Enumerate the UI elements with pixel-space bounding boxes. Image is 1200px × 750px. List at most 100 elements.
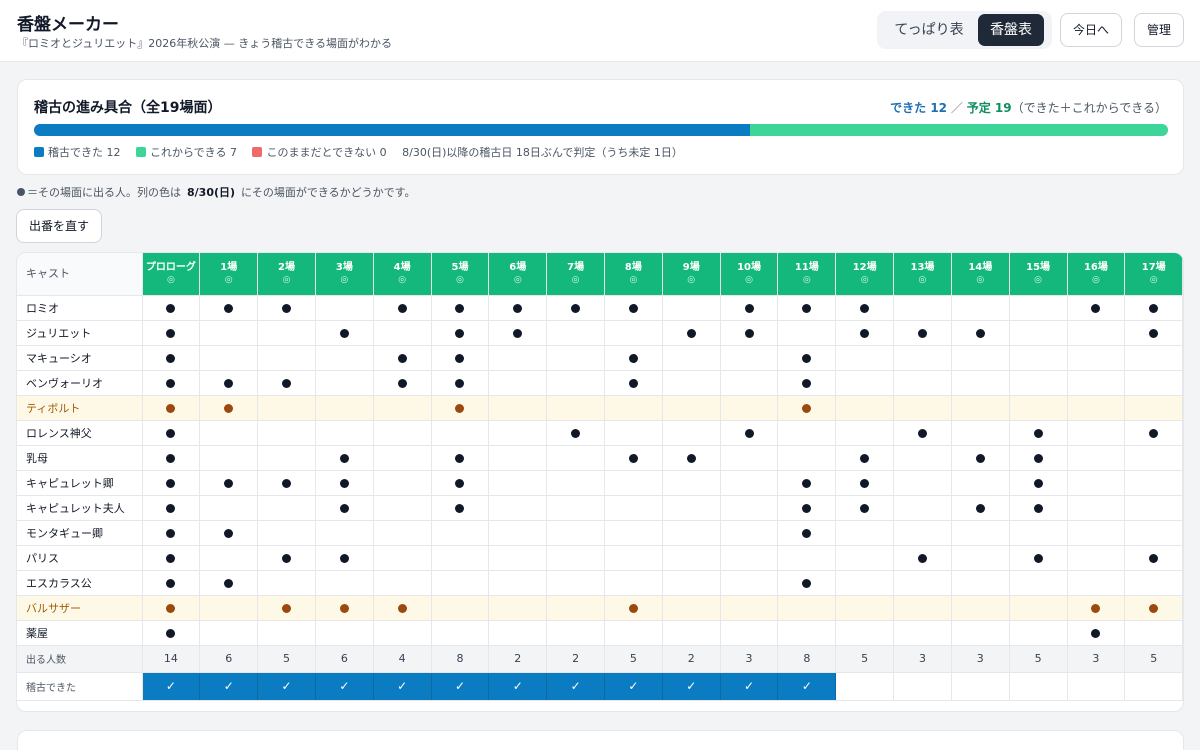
appearance-cell[interactable] xyxy=(431,620,490,646)
appearance-cell[interactable] xyxy=(720,470,779,496)
fix-appearances-button[interactable]: 出番を直す xyxy=(16,209,102,243)
appearance-cell[interactable] xyxy=(893,445,952,471)
appearance-cell[interactable] xyxy=(257,620,316,646)
appearance-cell[interactable] xyxy=(1009,445,1068,471)
appearance-cell[interactable] xyxy=(431,545,490,571)
appearance-cell[interactable] xyxy=(604,345,663,371)
appearance-cell[interactable] xyxy=(373,345,432,371)
appearance-cell[interactable] xyxy=(488,345,548,371)
appearance-cell[interactable] xyxy=(720,520,779,546)
appearance-cell[interactable] xyxy=(431,595,490,621)
appearance-cell[interactable] xyxy=(951,520,1010,546)
appearance-cell[interactable] xyxy=(662,470,721,496)
appearance-cell[interactable] xyxy=(835,470,895,496)
appearance-cell[interactable] xyxy=(662,345,721,371)
admin-button[interactable]: 管理 xyxy=(1134,13,1184,47)
appearance-cell[interactable] xyxy=(1182,545,1183,571)
appearance-cell[interactable] xyxy=(315,295,374,321)
appearance-cell[interactable] xyxy=(315,445,374,471)
appearance-cell[interactable] xyxy=(142,370,201,396)
appearance-cell[interactable] xyxy=(777,520,837,546)
appearance-cell[interactable] xyxy=(199,345,259,371)
appearance-cell[interactable] xyxy=(315,595,374,621)
appearance-cell[interactable] xyxy=(1124,395,1183,421)
appearance-cell[interactable] xyxy=(431,445,490,471)
appearance-cell[interactable] xyxy=(431,320,490,346)
appearance-cell[interactable] xyxy=(546,295,605,321)
cast-name[interactable]: ベンヴォーリオ xyxy=(17,370,143,396)
appearance-cell[interactable] xyxy=(1067,320,1126,346)
appearance-cell[interactable] xyxy=(1009,370,1068,396)
appearance-cell[interactable] xyxy=(777,545,837,571)
appearance-cell[interactable] xyxy=(777,295,837,321)
appearance-cell[interactable] xyxy=(604,545,663,571)
scene-header[interactable]: 8場 ◎ xyxy=(604,253,663,296)
appearance-cell[interactable] xyxy=(142,495,201,521)
cast-name[interactable]: パリス xyxy=(17,545,143,571)
appearance-cell[interactable] xyxy=(373,295,432,321)
appearance-cell[interactable] xyxy=(488,595,548,621)
appearance-cell[interactable] xyxy=(835,420,895,446)
appearance-cell[interactable] xyxy=(488,320,548,346)
appearance-cell[interactable] xyxy=(546,570,605,596)
appearance-cell[interactable] xyxy=(951,470,1010,496)
appearance-cell[interactable] xyxy=(257,295,316,321)
appearance-cell[interactable] xyxy=(431,370,490,396)
appearance-cell[interactable] xyxy=(835,620,895,646)
scene-header[interactable]: プロローグ ◎ xyxy=(142,253,201,296)
appearance-cell[interactable] xyxy=(546,420,605,446)
appearance-cell[interactable] xyxy=(488,295,548,321)
appearance-cell[interactable] xyxy=(720,570,779,596)
appearance-cell[interactable] xyxy=(604,295,663,321)
scene-header[interactable]: 7場 ◎ xyxy=(546,253,605,296)
appearance-cell[interactable] xyxy=(1009,520,1068,546)
appearance-cell[interactable] xyxy=(1124,445,1183,471)
appearance-cell[interactable] xyxy=(777,395,837,421)
appearance-cell[interactable] xyxy=(1124,570,1183,596)
appearance-cell[interactable] xyxy=(257,545,316,571)
appearance-cell[interactable] xyxy=(604,370,663,396)
appearance-cell[interactable] xyxy=(604,445,663,471)
appearance-cell[interactable] xyxy=(373,620,432,646)
done-cell[interactable]: ✓ xyxy=(315,672,374,701)
appearance-cell[interactable] xyxy=(199,620,259,646)
appearance-cell[interactable] xyxy=(720,370,779,396)
scene-header[interactable]: 2場 ◎ xyxy=(257,253,316,296)
cast-name[interactable]: ティボルト xyxy=(17,395,143,421)
appearance-cell[interactable] xyxy=(662,620,721,646)
appearance-cell[interactable] xyxy=(1182,345,1183,371)
appearance-cell[interactable] xyxy=(835,295,895,321)
appearance-cell[interactable] xyxy=(720,295,779,321)
appearance-cell[interactable] xyxy=(431,520,490,546)
scene-header[interactable]: 5場 ◎ xyxy=(431,253,490,296)
appearance-cell[interactable] xyxy=(777,495,837,521)
appearance-cell[interactable] xyxy=(1009,495,1068,521)
appearance-cell[interactable] xyxy=(777,420,837,446)
appearance-cell[interactable] xyxy=(257,470,316,496)
scene-header[interactable]: 17場 ◎ xyxy=(1124,253,1183,296)
appearance-cell[interactable] xyxy=(893,295,952,321)
appearance-cell[interactable] xyxy=(893,495,952,521)
appearance-cell[interactable] xyxy=(257,495,316,521)
appearance-cell[interactable] xyxy=(835,545,895,571)
appearance-cell[interactable] xyxy=(835,445,895,471)
appearance-cell[interactable] xyxy=(142,395,201,421)
appearance-cell[interactable] xyxy=(662,520,721,546)
appearance-cell[interactable] xyxy=(546,520,605,546)
done-cell[interactable] xyxy=(1124,672,1183,701)
cast-name[interactable]: ジュリエット xyxy=(17,320,143,346)
appearance-cell[interactable] xyxy=(546,345,605,371)
appearance-cell[interactable] xyxy=(315,570,374,596)
appearance-cell[interactable] xyxy=(951,420,1010,446)
scene-header[interactable]: 13場 ◎ xyxy=(893,253,952,296)
appearance-cell[interactable] xyxy=(373,570,432,596)
appearance-cell[interactable] xyxy=(142,545,201,571)
appearance-cell[interactable] xyxy=(835,520,895,546)
appearance-cell[interactable] xyxy=(720,420,779,446)
appearance-cell[interactable] xyxy=(777,620,837,646)
appearance-cell[interactable] xyxy=(720,445,779,471)
appearance-cell[interactable] xyxy=(431,395,490,421)
done-cell[interactable]: ✓ xyxy=(488,672,548,701)
appearance-cell[interactable] xyxy=(662,395,721,421)
appearance-cell[interactable] xyxy=(893,470,952,496)
